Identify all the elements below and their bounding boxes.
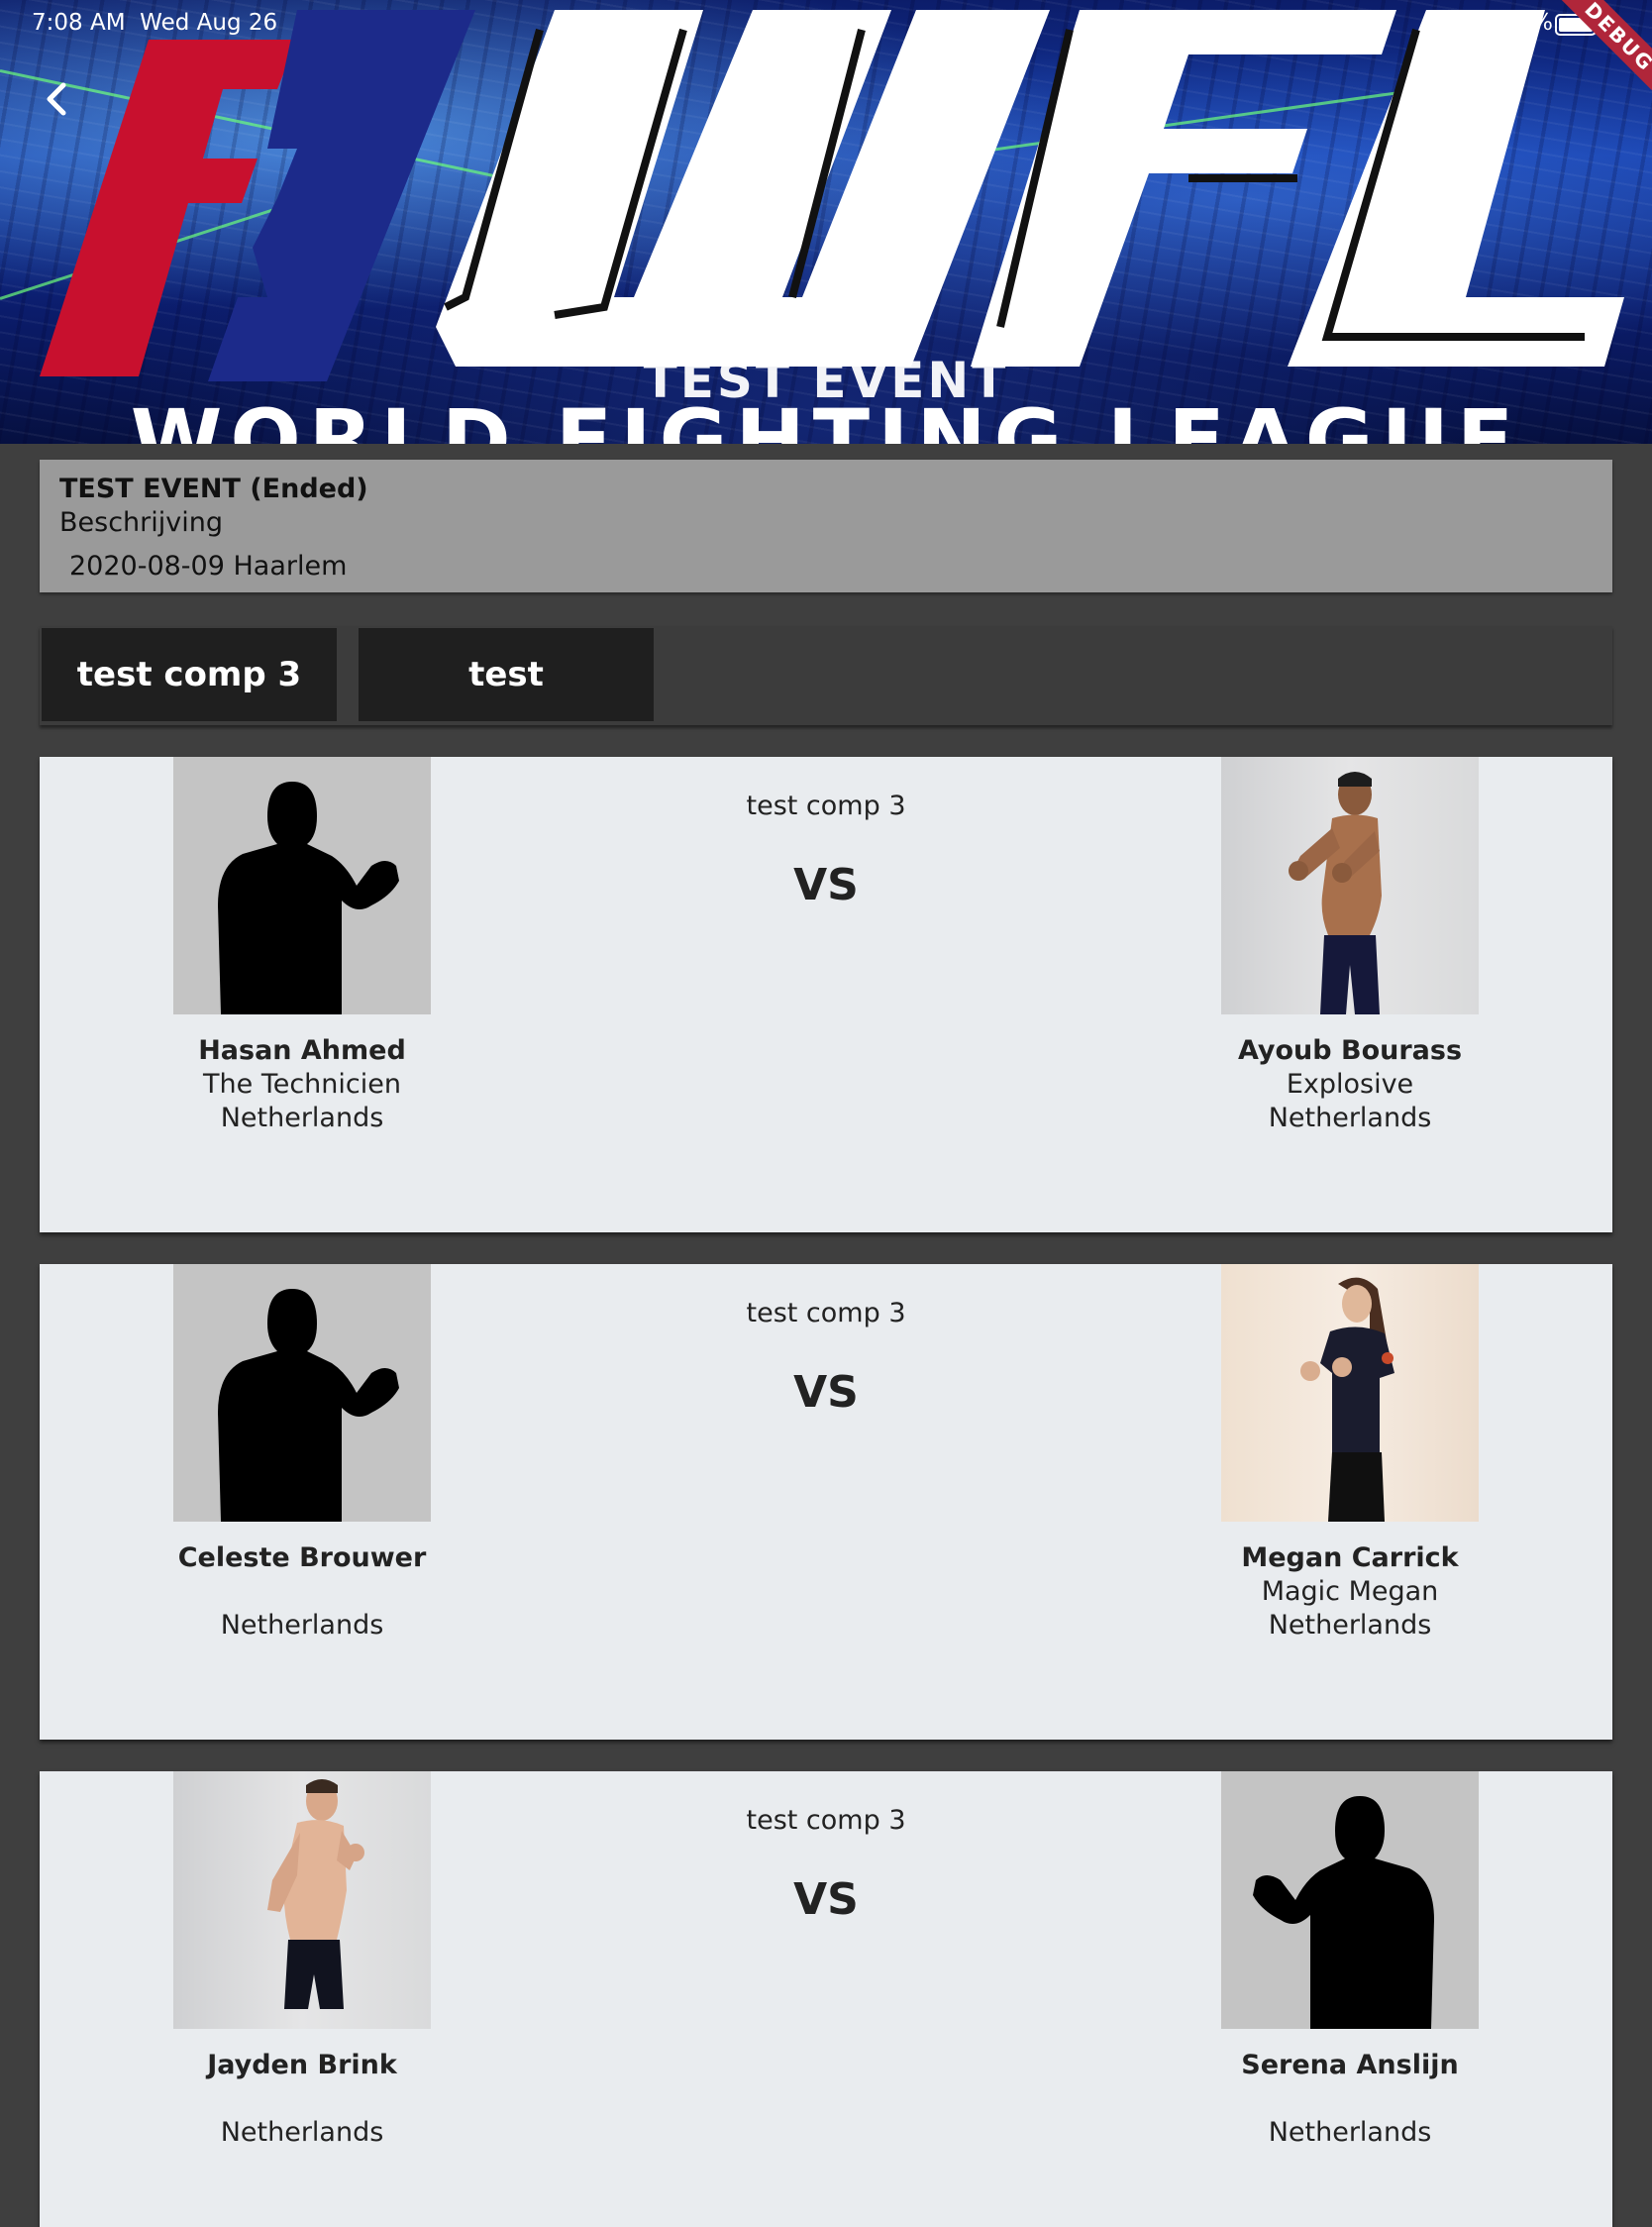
event-title: TEST EVENT (Ended): [59, 474, 368, 504]
tab-test-comp-3[interactable]: test comp 3: [42, 628, 337, 721]
fight-card[interactable]: Jayden Brink Netherlands test comp 3 VS …: [40, 1771, 1612, 2227]
banner-league-name: WORLD FIGHTING LEAGUE: [130, 391, 1522, 444]
competition-tabs: test comp 3 test: [40, 626, 1612, 725]
fighter-nickname: [1221, 2082, 1479, 2116]
fighter-country: Netherlands: [1268, 1610, 1432, 1641]
fighter-right[interactable]: Ayoub Bourass Explosive Netherlands: [1221, 757, 1479, 1135]
fight-card[interactable]: Celeste Brouwer Netherlands test comp 3 …: [40, 1264, 1612, 1740]
fighter-name: Megan Carrick: [1241, 1542, 1459, 1573]
fighter-name: Serena Anslijn: [1241, 2050, 1459, 2080]
fighter-right[interactable]: Serena Anslijn Netherlands: [1221, 1771, 1479, 2150]
event-banner: TEST EVENT WORLD FIGHTING LEAGUE 7:08 AM…: [0, 0, 1652, 444]
battery-percentage: 100%: [1488, 10, 1553, 36]
event-date-location: 2020-08-09 Haarlem: [69, 551, 348, 582]
fighter-figure: [1300, 1277, 1394, 1522]
fighter-nickname: Magic Megan: [1261, 1576, 1439, 1607]
fighter-country: Netherlands: [1268, 2117, 1432, 2148]
fighter-country: Netherlands: [220, 1103, 384, 1133]
tab-test[interactable]: test: [359, 628, 654, 721]
fighter-name: Celeste Brouwer: [177, 1542, 427, 1573]
fighter-nickname: The Technicien: [203, 1069, 401, 1100]
fighter-name: Jayden Brink: [207, 2050, 397, 2080]
fighter-country: Netherlands: [220, 2117, 384, 2148]
fighter-photo: [1221, 757, 1479, 1014]
fight-card[interactable]: Hasan Ahmed The Technicien Netherlands t…: [40, 757, 1612, 1232]
back-button[interactable]: [38, 79, 77, 119]
fighter-figure: [1289, 772, 1382, 1014]
event-description: Beschrijving: [59, 507, 223, 538]
event-info-card: TEST EVENT (Ended) Beschrijving 2020-08-…: [40, 460, 1612, 592]
fighter-country: Netherlands: [1268, 1103, 1432, 1133]
fighter-name: Hasan Ahmed: [198, 1035, 406, 1066]
chevron-left-icon: [47, 82, 66, 116]
fighter-nickname: [173, 2082, 431, 2116]
status-time: 7:08 AM Wed Aug 26: [32, 10, 278, 36]
status-bar: 7:08 AM Wed Aug 26 100%: [32, 10, 1632, 40]
fighter-photo: [1221, 1264, 1479, 1522]
fighter-right[interactable]: Megan Carrick Magic Megan Netherlands: [1221, 1264, 1479, 1643]
fighter-country: Netherlands: [220, 1610, 384, 1641]
fighter-nickname: [173, 1575, 431, 1609]
fighter-photo-placeholder: [1221, 1771, 1479, 2029]
fighter-silhouette-icon: [1253, 1796, 1434, 2029]
fighter-name: Ayoub Bourass: [1237, 1035, 1463, 1066]
fighter-nickname: Explosive: [1286, 1069, 1414, 1100]
